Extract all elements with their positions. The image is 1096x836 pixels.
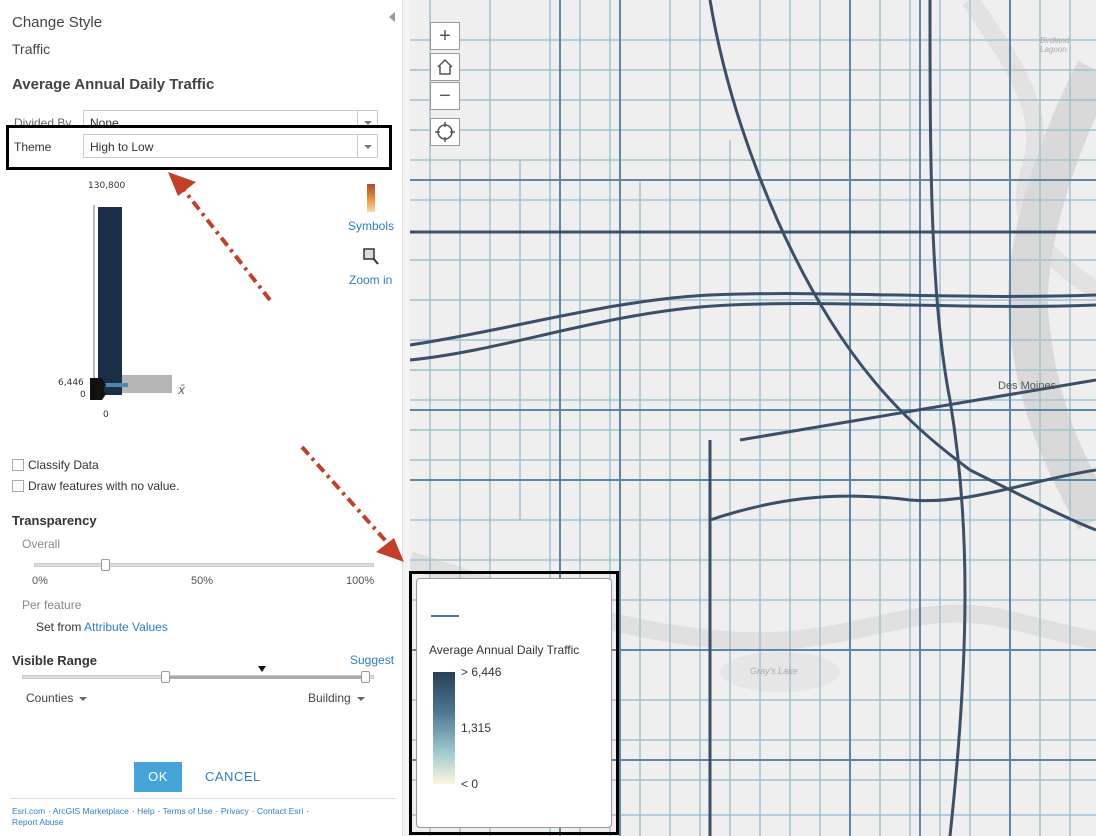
footer-link[interactable]: Esri.com	[12, 806, 45, 816]
footer-link[interactable]: Report Abuse	[12, 817, 64, 827]
locate-button[interactable]	[430, 118, 460, 146]
footer-link[interactable]: Privacy	[221, 806, 249, 816]
current-scale-marker-icon	[258, 666, 266, 672]
attribute-values-link[interactable]: Attribute Values	[84, 620, 168, 634]
range-max-dropdown[interactable]: Building	[308, 691, 365, 705]
footer-link[interactable]: Terms of Use	[163, 806, 213, 816]
overall-label: Overall	[22, 537, 61, 551]
range-max-value: Building	[308, 691, 351, 705]
legend-color-ramp	[433, 672, 455, 784]
suggest-link[interactable]: Suggest	[350, 653, 394, 667]
chevron-down-icon	[356, 696, 365, 701]
draw-no-value-label: Draw features with no value.	[28, 479, 180, 493]
histogram-max-label: 130,800	[88, 181, 126, 191]
set-from-row: Set from Attribute Values	[36, 620, 168, 634]
histogram-value-label: 6,446	[58, 378, 84, 388]
symbols-icon[interactable]	[367, 184, 375, 212]
footer-divider	[10, 798, 396, 799]
range-min-value: Counties	[26, 691, 74, 705]
tick-100: 100%	[346, 575, 375, 587]
symbols-link[interactable]: Symbols	[348, 219, 394, 233]
city-label: Des Moines	[998, 380, 1057, 392]
footer-link[interactable]: Help	[137, 806, 154, 816]
zoom-in-button[interactable]: +	[430, 22, 460, 50]
zoom-in-icon[interactable]	[363, 248, 379, 266]
footer-links: Esri.com · ArcGIS Marketplace · Help · Term…	[12, 806, 310, 827]
footer-link[interactable]: Contact Esri	[257, 806, 303, 816]
transparency-slider-thumb[interactable]	[101, 559, 110, 571]
legend-title: Average Annual Daily Traffic	[429, 643, 580, 657]
lake-label: Gray's Lake	[750, 666, 798, 676]
lagoon-label: Birdland Lagoon	[1040, 36, 1070, 54]
home-button[interactable]	[430, 53, 460, 81]
range-max-thumb[interactable]	[361, 671, 370, 683]
layer-name: Traffic	[12, 41, 51, 57]
histogram-bar	[98, 207, 122, 395]
map-legend: Average Annual Daily Traffic > 6,446 1,3…	[416, 578, 612, 828]
range-min-thumb[interactable]	[161, 671, 170, 683]
legend-low-label: < 0	[461, 777, 479, 791]
ok-button[interactable]: OK	[134, 762, 182, 792]
panel-title: Change Style	[12, 14, 103, 31]
zoom-in-link[interactable]: Zoom in	[349, 273, 392, 287]
tick-50: 50%	[191, 575, 214, 587]
theme-highlight-box	[6, 125, 392, 170]
legend-high-label: > 6,446	[461, 665, 502, 679]
histogram-bottom-label: 0	[103, 410, 109, 420]
set-from-label: Set from	[36, 620, 82, 634]
zoom-out-button[interactable]: −	[430, 82, 460, 110]
mean-symbol: x̄	[178, 383, 186, 397]
transparency-title: Transparency	[12, 513, 97, 528]
collapse-panel-icon[interactable]	[389, 12, 395, 22]
legend-mid-label: 1,315	[461, 721, 492, 735]
classify-data-label: Classify Data	[28, 458, 99, 472]
change-style-panel: Change Style Traffic Average Annual Dail…	[0, 0, 402, 836]
draw-no-value-checkbox[interactable]	[12, 480, 24, 492]
histogram-min-label: 0	[80, 390, 86, 400]
home-icon	[437, 58, 453, 75]
visible-range-selection	[166, 676, 362, 679]
transparency-slider-track[interactable]	[34, 563, 374, 567]
field-name: Average Annual Daily Traffic	[12, 76, 215, 93]
locate-icon	[435, 122, 455, 142]
histogram-bar	[122, 375, 172, 393]
legend-line-symbol	[431, 615, 459, 617]
visible-range-title: Visible Range	[12, 653, 98, 668]
cancel-button[interactable]: CANCEL	[205, 769, 261, 784]
footer-link[interactable]: ArcGIS Marketplace	[53, 806, 129, 816]
per-feature-label: Per feature	[22, 598, 82, 612]
range-min-dropdown[interactable]: Counties	[26, 691, 88, 705]
tick-0: 0%	[32, 575, 48, 587]
chevron-down-icon	[79, 696, 88, 701]
classify-data-checkbox[interactable]	[12, 459, 24, 471]
